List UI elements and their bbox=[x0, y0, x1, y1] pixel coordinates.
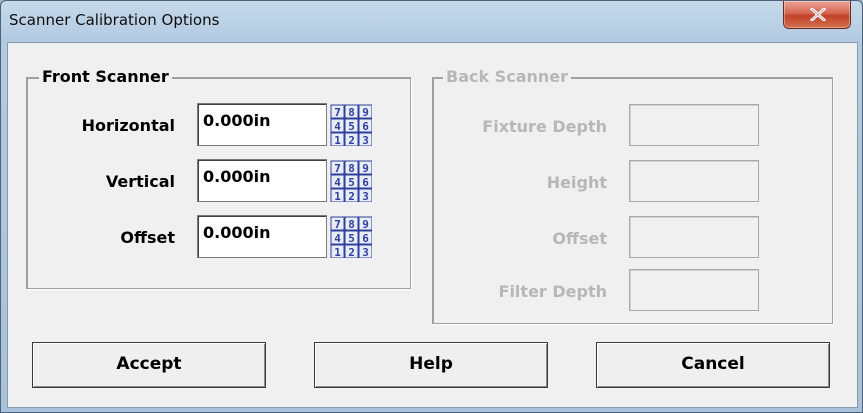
vertical-keypad-button[interactable]: 789 456 123 bbox=[330, 160, 373, 203]
front-scanner-group: Front Scanner Horizontal 0.000in 7894561… bbox=[26, 68, 411, 289]
svg-text:4: 4 bbox=[334, 176, 341, 189]
svg-text:8: 8 bbox=[348, 218, 355, 231]
keypad-key-2: 2 bbox=[344, 132, 359, 147]
back-offset-label: Offset bbox=[552, 229, 607, 248]
keypad-key-6: 6 bbox=[358, 118, 373, 133]
svg-text:9: 9 bbox=[362, 162, 369, 175]
keypad-key-7: 7 bbox=[330, 104, 345, 119]
title-bar[interactable]: Scanner Calibration Options bbox=[1, 1, 862, 41]
keypad-key-4: 4 bbox=[330, 174, 345, 189]
keypad-key-9: 9 bbox=[358, 216, 373, 231]
keypad-key-8: 8 bbox=[344, 104, 359, 119]
keypad-key-3: 3 bbox=[358, 244, 373, 259]
svg-text:9: 9 bbox=[362, 106, 369, 119]
svg-text:7: 7 bbox=[334, 218, 341, 231]
close-button[interactable] bbox=[783, 1, 851, 29]
svg-text:8: 8 bbox=[348, 106, 355, 119]
svg-text:5: 5 bbox=[348, 232, 355, 245]
keypad-key-5: 5 bbox=[344, 118, 359, 133]
svg-text:2: 2 bbox=[348, 190, 355, 202]
offset-input[interactable]: 0.000in bbox=[197, 215, 327, 258]
keypad-key-6: 6 bbox=[358, 174, 373, 189]
keypad-key-4: 4 bbox=[330, 118, 345, 133]
dialog-window: Scanner Calibration Options Front Scanne… bbox=[0, 0, 863, 413]
keypad-key-7: 7 bbox=[330, 160, 345, 175]
svg-text:1: 1 bbox=[334, 190, 341, 202]
filter-depth-label: Filter Depth bbox=[498, 282, 607, 301]
offset-label: Offset bbox=[120, 228, 175, 247]
svg-text:2: 2 bbox=[348, 246, 355, 258]
help-button[interactable]: Help bbox=[314, 342, 548, 388]
svg-text:1: 1 bbox=[334, 134, 341, 146]
keypad-key-7: 7 bbox=[330, 216, 345, 231]
horizontal-label: Horizontal bbox=[81, 116, 175, 135]
svg-text:5: 5 bbox=[348, 120, 355, 133]
svg-text:3: 3 bbox=[362, 246, 369, 258]
svg-text:3: 3 bbox=[362, 134, 369, 146]
keypad-key-3: 3 bbox=[358, 188, 373, 203]
svg-text:8: 8 bbox=[348, 162, 355, 175]
svg-text:1: 1 bbox=[334, 246, 341, 258]
keypad-key-2: 2 bbox=[344, 188, 359, 203]
front-scanner-group-label: Front Scanner bbox=[39, 68, 172, 86]
back-scanner-group: Back Scanner Fixture Depth Height Offset… bbox=[432, 68, 833, 324]
vertical-label: Vertical bbox=[105, 172, 175, 191]
window-title: Scanner Calibration Options bbox=[9, 11, 220, 29]
horizontal-input[interactable]: 0.000in bbox=[197, 103, 327, 146]
keypad-key-1: 1 bbox=[330, 132, 345, 147]
svg-text:6: 6 bbox=[362, 232, 369, 245]
height-label: Height bbox=[546, 173, 607, 192]
back-scanner-group-label: Back Scanner bbox=[443, 68, 572, 86]
svg-text:9: 9 bbox=[362, 218, 369, 231]
offset-keypad-button[interactable]: 789 456 123 bbox=[330, 216, 373, 259]
keypad-key-5: 5 bbox=[344, 174, 359, 189]
fixture-depth-input[interactable] bbox=[629, 104, 759, 146]
keypad-key-5: 5 bbox=[344, 230, 359, 245]
svg-text:3: 3 bbox=[362, 190, 369, 202]
svg-text:4: 4 bbox=[334, 120, 341, 133]
keypad-key-8: 8 bbox=[344, 160, 359, 175]
svg-text:6: 6 bbox=[362, 176, 369, 189]
svg-text:4: 4 bbox=[334, 232, 341, 245]
keypad-key-1: 1 bbox=[330, 188, 345, 203]
keypad-key-2: 2 bbox=[344, 244, 359, 259]
numeric-keypad-icon: 7 8 9 4 5 6 1 2 3 bbox=[330, 160, 373, 203]
svg-text:5: 5 bbox=[348, 176, 355, 189]
keypad-key-3: 3 bbox=[358, 132, 373, 147]
fixture-depth-label: Fixture Depth bbox=[482, 117, 607, 136]
svg-text:7: 7 bbox=[334, 106, 341, 119]
cancel-button[interactable]: Cancel bbox=[596, 342, 830, 388]
dialog-client-area: Front Scanner Horizontal 0.000in 7894561… bbox=[7, 42, 858, 408]
close-icon bbox=[810, 8, 826, 21]
keypad-key-9: 9 bbox=[358, 160, 373, 175]
numeric-keypad-icon: 7 8 9 4 5 6 1 2 3 bbox=[330, 104, 373, 147]
svg-text:7: 7 bbox=[334, 162, 341, 175]
back-offset-input[interactable] bbox=[629, 216, 759, 258]
height-input[interactable] bbox=[629, 160, 759, 202]
horizontal-keypad-button[interactable]: 789 456 123 bbox=[330, 104, 373, 147]
keypad-key-9: 9 bbox=[358, 104, 373, 119]
svg-text:2: 2 bbox=[348, 134, 355, 146]
filter-depth-input[interactable] bbox=[629, 269, 759, 311]
keypad-key-6: 6 bbox=[358, 230, 373, 245]
keypad-key-4: 4 bbox=[330, 230, 345, 245]
vertical-input[interactable]: 0.000in bbox=[197, 159, 327, 202]
keypad-key-8: 8 bbox=[344, 216, 359, 231]
keypad-key-1: 1 bbox=[330, 244, 345, 259]
numeric-keypad-icon: 7 8 9 4 5 6 1 2 3 bbox=[330, 216, 373, 259]
svg-text:6: 6 bbox=[362, 120, 369, 133]
accept-button[interactable]: Accept bbox=[32, 342, 266, 388]
